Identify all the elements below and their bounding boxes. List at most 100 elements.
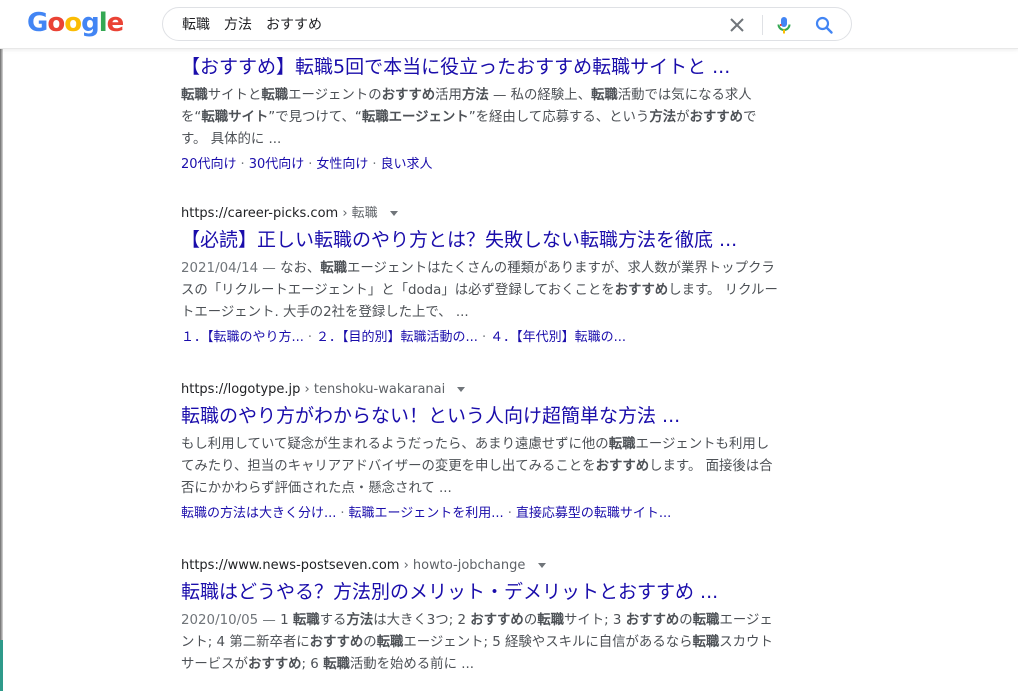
- snippet-text: は大きく3つ; 2: [373, 613, 471, 628]
- result-snippet: 2020/10/05 — 1 転職する方法は大きく3つ; 2 おすすめの転職サイ…: [181, 610, 781, 676]
- result-title-link[interactable]: 【おすすめ】転職5回で本当に役立ったおすすめ転職サイトと ...: [181, 55, 781, 79]
- sitelink[interactable]: 女性向け: [316, 157, 368, 172]
- result-sitelinks: １．【転職のやり方... · ２．【目的別】転職活動の... · ４．【年代別】転職の.…: [181, 329, 781, 347]
- search-result: https://career-picks.com › 転職 【必読】正しい転職の…: [181, 205, 781, 347]
- snippet-text: もし利用していて疑念が生まれるようだったら、あまり遠慮せずに他の: [181, 437, 609, 452]
- result-url-breadcrumb: › 転職: [342, 206, 378, 221]
- result-sitelinks: 転職の方法は大きく分け... · 転職エージェントを利用... · 直接応募型の転職サイ…: [181, 505, 781, 523]
- snippet-highlight: 転職: [320, 261, 348, 276]
- result-title-link[interactable]: 【必読】正しい転職のやり方とは？失敗しない転職方法を徹底 ...: [181, 228, 781, 252]
- window-left-edge: [0, 0, 3, 691]
- clear-search-button[interactable]: [726, 14, 748, 36]
- snippet-highlight: おすすめ: [470, 613, 524, 628]
- microphone-icon: [777, 17, 791, 34]
- search-result: https://logotype.jp › tenshoku-wakaranai…: [181, 381, 781, 523]
- result-menu-arrow-icon[interactable]: [457, 387, 466, 392]
- search-box: [162, 7, 852, 41]
- result-url-breadcrumb: › tenshoku-wakaranai: [304, 382, 446, 397]
- snippet-text: 1: [280, 613, 293, 628]
- snippet-text: エージェント; 5 経験やスキルに自信があるなら: [403, 635, 693, 650]
- result-menu-arrow-icon[interactable]: [389, 211, 398, 216]
- snippet-highlight: 転職エージェント: [361, 110, 469, 125]
- result-url[interactable]: https://career-picks.com › 転職: [181, 205, 781, 223]
- window-left-edge-accent: [0, 640, 3, 691]
- logo-letter: e: [106, 8, 125, 38]
- result-title-link[interactable]: 転職はどうやる？方法別のメリット・デメリットとおすすめ ...: [181, 580, 781, 604]
- search-box-divider: [762, 15, 763, 35]
- result-sitelinks: 20代向け · 30代向け · 女性向け · 良い求人: [181, 156, 781, 174]
- snippet-text: 活用: [435, 88, 462, 103]
- search-icon: [815, 16, 833, 34]
- sitelink[interactable]: 直接応募型の転職サイト...: [516, 506, 671, 521]
- search-header: Google: [0, 0, 1018, 49]
- result-url[interactable]: https://logotype.jp › tenshoku-wakaranai: [181, 381, 781, 399]
- snippet-highlight: 転職: [692, 635, 720, 650]
- snippet-highlight: 転職: [323, 657, 350, 672]
- logo-letter: g: [81, 8, 100, 38]
- result-url-domain: https://career-picks.com: [181, 206, 339, 221]
- sitelink-separator: ·: [308, 157, 313, 172]
- snippet-highlight: おすすめ: [625, 613, 680, 628]
- snippet-text: サイト; 3: [563, 613, 626, 628]
- search-result: 【おすすめ】転職5回で本当に役立ったおすすめ転職サイトと ... 転職サイトと転…: [181, 50, 781, 174]
- result-title-link[interactable]: 転職のやり方がわからない！という人向け超簡単な方法 ...: [181, 404, 781, 428]
- snippet-text: ; 6: [301, 657, 324, 672]
- snippet-highlight: 転職: [608, 437, 636, 452]
- snippet-text: なお、: [280, 261, 321, 276]
- sitelink-separator: ·: [481, 330, 487, 345]
- sitelink[interactable]: 良い求人: [381, 157, 433, 172]
- voice-search-button[interactable]: [773, 14, 795, 36]
- snippet-text: 活動を始める前に ...: [349, 657, 474, 672]
- snippet-highlight: 転職: [376, 635, 404, 650]
- snippet-text: ”を経由して応募する、という: [468, 110, 650, 125]
- snippet-text: ”で見つけて、“: [268, 110, 362, 125]
- snippet-highlight: 転職: [261, 88, 289, 103]
- snippet-highlight: 方法: [346, 613, 374, 628]
- snippet-highlight: 転職: [590, 88, 618, 103]
- sitelink[interactable]: １．【転職のやり方...: [181, 330, 304, 345]
- sitelink[interactable]: ２．【目的別】転職活動の...: [316, 330, 478, 345]
- result-url[interactable]: https://www.news-postseven.com › howto-j…: [181, 557, 781, 575]
- sitelink[interactable]: 転職の方法は大きく分け...: [181, 506, 336, 521]
- sitelink-separator: ·: [372, 157, 377, 172]
- result-url-breadcrumb: › howto-jobchange: [403, 558, 526, 573]
- google-logo[interactable]: Google: [27, 8, 125, 38]
- logo-letter: o: [64, 8, 82, 38]
- logo-letter: l: [98, 8, 108, 38]
- snippet-highlight: おすすめ: [614, 283, 669, 298]
- result-url-domain: https://logotype.jp: [181, 382, 301, 397]
- snippet-highlight: 方法: [649, 110, 677, 125]
- snippet-text: する: [319, 613, 347, 628]
- result-menu-arrow-icon[interactable]: [537, 563, 546, 568]
- snippet-text: サイトと: [207, 88, 262, 103]
- snippet-highlight: おすすめ: [247, 657, 302, 672]
- result-snippet: 2021/04/14 — なお、転職エージェントはたくさんの種類がありますが、求…: [181, 258, 781, 324]
- sitelink-separator: ·: [340, 506, 345, 521]
- search-result: https://www.news-postseven.com › howto-j…: [181, 557, 781, 676]
- snippet-highlight: 転職: [692, 613, 720, 628]
- sitelink-separator: ·: [307, 330, 313, 345]
- result-snippet: もし利用していて疑念が生まれるようだったら、あまり遠慮せずに他の転職エージェント…: [181, 434, 781, 500]
- result-date: 2020/10/05 —: [181, 613, 281, 628]
- logo-letter: G: [27, 8, 48, 38]
- snippet-text: エージェントの: [288, 88, 382, 103]
- snippet-text: — 私の経験上、: [488, 88, 591, 103]
- sitelink-separator: ·: [507, 506, 512, 521]
- sitelink-separator: ·: [240, 157, 245, 172]
- snippet-highlight: 転職サイト: [201, 110, 269, 125]
- snippet-text: の: [679, 613, 693, 628]
- snippet-highlight: 転職: [181, 88, 208, 103]
- search-input[interactable]: [182, 15, 722, 33]
- result-snippet: 転職サイトと転職エージェントのおすすめ活用方法 — 私の経験上、転職活動では気に…: [181, 85, 781, 151]
- sitelink[interactable]: 20代向け: [181, 157, 237, 172]
- snippet-text: の: [363, 635, 377, 650]
- snippet-highlight: 方法: [461, 88, 489, 103]
- search-button[interactable]: [813, 14, 835, 36]
- snippet-highlight: 転職: [292, 613, 320, 628]
- sitelink[interactable]: ４．【年代別】転職の...: [490, 330, 626, 345]
- snippet-highlight: おすすめ: [595, 459, 650, 474]
- snippet-highlight: おすすめ: [689, 110, 744, 125]
- sitelink[interactable]: 転職エージェントを利用...: [349, 506, 504, 521]
- sitelink[interactable]: 30代向け: [249, 157, 305, 172]
- close-icon: [730, 18, 744, 32]
